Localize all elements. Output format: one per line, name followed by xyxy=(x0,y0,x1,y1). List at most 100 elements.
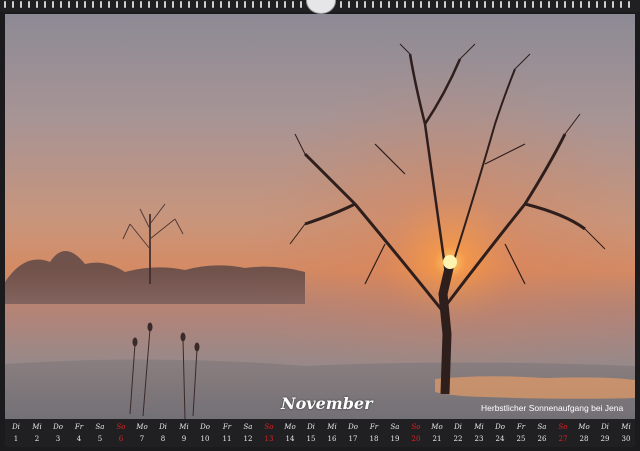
binding-ring xyxy=(612,1,614,8)
weekday-label: Di xyxy=(601,423,609,431)
binding-ring xyxy=(180,1,182,8)
binding-ring xyxy=(596,1,598,8)
binding-ring xyxy=(196,1,198,8)
binding-ring xyxy=(580,1,582,8)
day-number: 17 xyxy=(348,435,358,443)
hanger-hook xyxy=(306,0,336,14)
weekday-label: Fr xyxy=(74,423,84,431)
weekday-label: Mi xyxy=(474,423,484,431)
binding-ring xyxy=(92,1,94,8)
weekday-label: Mi xyxy=(621,423,631,431)
binding-ring xyxy=(340,1,342,8)
binding-ring xyxy=(572,1,574,8)
day-number: 29 xyxy=(600,435,610,443)
binding-ring xyxy=(100,1,102,8)
binding-ring xyxy=(460,1,462,8)
weekday-label: Mi xyxy=(179,423,189,431)
day-number: 10 xyxy=(200,435,210,443)
day-number: 11 xyxy=(222,435,232,443)
photo-caption: Herbstlicher Sonnenaufgang bei Jena xyxy=(481,403,624,413)
day-number: 7 xyxy=(139,435,145,443)
binding-ring xyxy=(260,1,262,8)
binding-ring xyxy=(372,1,374,8)
day-number: 13 xyxy=(264,435,274,443)
binding-ring xyxy=(364,1,366,8)
binding-ring xyxy=(444,1,446,8)
binding-ring xyxy=(220,1,222,8)
binding-ring xyxy=(556,1,558,8)
weekday-label: So xyxy=(558,423,568,431)
day-number: 5 xyxy=(97,435,103,443)
binding-ring xyxy=(12,1,14,8)
weekday-label: Mi xyxy=(327,423,337,431)
weekday-label: Sa xyxy=(390,423,400,431)
binding-ring xyxy=(388,1,390,8)
binding-ring xyxy=(252,1,254,8)
day-number: 20 xyxy=(411,435,421,443)
day-number: 27 xyxy=(558,435,568,443)
weekday-label: Mo xyxy=(578,423,590,431)
binding-ring xyxy=(292,1,294,8)
binding-ring xyxy=(204,1,206,8)
weekday-label: Di xyxy=(159,423,167,431)
day-number: 8 xyxy=(160,435,166,443)
day-number: 4 xyxy=(76,435,82,443)
weekday-label: Sa xyxy=(243,423,253,431)
binding-ring xyxy=(84,1,86,8)
binding-ring xyxy=(412,1,414,8)
binding-ring xyxy=(284,1,286,8)
sun xyxy=(443,255,457,269)
day-number: 19 xyxy=(390,435,400,443)
binding-ring xyxy=(508,1,510,8)
binding-ring xyxy=(516,1,518,8)
day-number: 23 xyxy=(474,435,484,443)
day-number: 1 xyxy=(13,435,19,443)
binding-ring xyxy=(540,1,542,8)
binding-ring xyxy=(404,1,406,8)
binding-ring xyxy=(28,1,30,8)
binding-ring xyxy=(420,1,422,8)
day-number: 2 xyxy=(34,435,40,443)
binding-ring xyxy=(452,1,454,8)
calendar-strip: Di 1 Mi 2 Do 3 Fr 4 Sa 5 So 6 Mo 7 Di 8 Mi 9 Do 10 Fr 11 Sa 12 S… xyxy=(5,419,635,447)
weekday-label: Sa xyxy=(95,423,105,431)
binding-ring xyxy=(52,1,54,8)
binding-ring xyxy=(188,1,190,8)
binding-ring xyxy=(236,1,238,8)
binding-ring xyxy=(524,1,526,8)
weekday-label: Di xyxy=(454,423,462,431)
weekday-label: Di xyxy=(307,423,315,431)
weekday-label: Fr xyxy=(369,423,379,431)
day-number: 14 xyxy=(285,435,295,443)
binding-ring xyxy=(436,1,438,8)
binding-ring xyxy=(132,1,134,8)
day-number: 24 xyxy=(495,435,505,443)
day-number: 12 xyxy=(243,435,253,443)
calendar-photo: November Herbstlicher Sonnenaufgang bei … xyxy=(5,14,635,430)
binding-ring xyxy=(380,1,382,8)
spiral-binding xyxy=(0,0,640,14)
day-number: 30 xyxy=(621,435,631,443)
day-number: 6 xyxy=(118,435,124,443)
weekday-label: Mi xyxy=(32,423,42,431)
binding-ring xyxy=(108,1,110,8)
day-number: 18 xyxy=(369,435,379,443)
binding-ring xyxy=(396,1,398,8)
day-number: 21 xyxy=(432,435,442,443)
weekday-label: Mo xyxy=(284,423,296,431)
sunrise-photo xyxy=(5,14,635,430)
binding-ring xyxy=(428,1,430,8)
weekday-label: Do xyxy=(200,423,210,431)
weekday-label: So xyxy=(116,423,126,431)
binding-ring xyxy=(4,1,6,8)
binding-ring xyxy=(116,1,118,8)
day-number: 25 xyxy=(516,435,526,443)
binding-ring xyxy=(628,1,630,8)
binding-ring xyxy=(228,1,230,8)
binding-ring xyxy=(244,1,246,8)
binding-ring xyxy=(140,1,142,8)
binding-ring xyxy=(620,1,622,8)
binding-ring xyxy=(20,1,22,8)
weekday-label: So xyxy=(411,423,421,431)
weekday-label: So xyxy=(264,423,274,431)
